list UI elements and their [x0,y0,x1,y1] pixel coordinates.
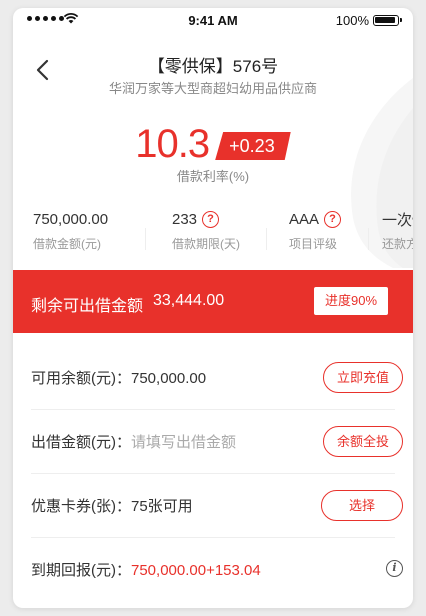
lend-amount-row[interactable]: 出借金额(元)：请填写出借金额 余额全投 [31,410,403,474]
question-circle-icon[interactable]: ? [324,210,342,228]
stat-loan-amount: 750,000.00 借款金额(元) [33,208,108,258]
coupon-row: 优惠卡券(张)：75张可用 选择 [31,474,403,538]
stat-value: 233 [172,210,198,228]
page-title: 【零供保】576号 [147,57,279,76]
rate-label: 借款利率(%) [176,169,250,184]
divider [368,228,369,250]
available-balance-row: 可用余额(元)：750,000.00 立即充值 [31,346,403,410]
lend-amount-label: 出借金额(元)： [31,434,131,451]
expected-return-row: 到期回报(元)：750,000.00+153.04 i [31,538,403,602]
stat-label: 还款方式 [382,237,413,251]
remaining-label: 剩余可出借金额 [31,298,144,315]
invest-all-button[interactable]: 余额全投 [322,426,403,457]
available-balance-value: 750,000.00 [131,370,207,387]
remaining-banner: 剩余可出借金额 33,444.00 进度90% [13,270,413,333]
available-balance-label: 可用余额(元)： [31,370,131,387]
rate-value: 10.3 [135,122,210,166]
coupon-label: 优惠卡券(张)： [31,498,131,515]
info-circle-icon[interactable]: i [386,560,403,577]
stat-label: 借款期限(天) [172,237,240,251]
coupon-value: 75张可用 [131,498,193,515]
app-screen: 9:41 AM 100% 【零供保】576号 华润万家等大型商超妇幼用品供应商 … [13,8,413,608]
lend-amount-input[interactable]: 请填写出借金额 [131,434,236,451]
expected-return-value: 750,000.00+153.04 [131,562,261,579]
battery-percent: 100% [335,13,369,28]
page-subtitle: 华润万家等大型商超妇幼用品供应商 [108,81,317,96]
expected-return-label: 到期回报(元)： [31,562,131,579]
status-bar: 9:41 AM 100% [13,8,413,32]
stats-row: 750,000.00 借款金额(元) 233 ? 借款期限(天) AAA ? 项… [13,208,413,258]
stat-value: 一次性 [382,211,413,229]
recharge-button[interactable]: 立即充值 [322,362,403,393]
rate-delta-badge: +0.23 [215,132,291,160]
divider [145,228,146,250]
stat-loan-term: 233 ? 借款期限(天) [172,208,240,258]
question-circle-icon[interactable]: ? [202,210,220,228]
stat-label: 项目评级 [289,237,338,251]
progress-button[interactable]: 进度90% [314,287,388,315]
select-coupon-button[interactable]: 选择 [321,490,403,521]
stat-value: AAA [289,210,320,228]
stat-value: 750,000.00 [33,210,109,228]
rate-block: 10.3 +0.23 [13,124,413,164]
remaining-value: 33,444.00 [153,292,225,309]
divider [266,228,267,250]
stat-repayment: 一次性 还款方式 [382,208,413,258]
stat-label: 借款金额(元) [33,237,101,251]
battery-icon [373,15,402,26]
stat-rating: AAA ? 项目评级 [289,208,342,258]
